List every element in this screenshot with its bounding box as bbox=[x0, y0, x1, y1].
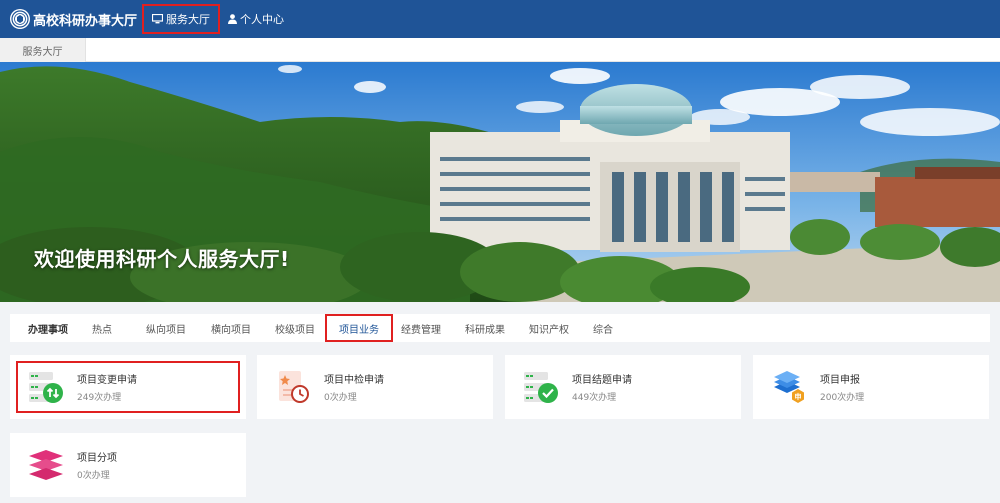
nav-personal-center-label: 个人中心 bbox=[240, 13, 284, 26]
tab-general[interactable]: 综合 bbox=[593, 314, 633, 342]
service-count: 0次办理 bbox=[77, 471, 110, 481]
tab-funding-management[interactable]: 经费管理 bbox=[401, 314, 465, 342]
tab-vertical-projects[interactable]: 纵向项目 bbox=[146, 314, 211, 342]
banner-headline: 欢迎使用科研个人服务大厅! bbox=[34, 247, 290, 271]
project-split-icon bbox=[28, 447, 64, 483]
nav-service-hall-label: 服务大厅 bbox=[166, 13, 210, 26]
project-closing-icon bbox=[523, 369, 559, 405]
breadcrumb-tab[interactable]: 服务大厅 bbox=[0, 38, 86, 62]
brand[interactable]: 高校科研办事大厅 bbox=[10, 9, 138, 29]
service-card-project-change[interactable]: 项目变更申请 249次办理 bbox=[10, 355, 246, 419]
nav-service-hall[interactable]: 服务大厅 bbox=[142, 4, 220, 34]
top-bar: 高校科研办事大厅 服务大厅 个人中心 bbox=[0, 0, 1000, 38]
service-name: 项目变更申请 bbox=[77, 375, 137, 386]
category-tabs: 办理事项 热点 纵向项目 横向项目 校级项目 项目业务 经费管理 科研成果 知识… bbox=[10, 314, 990, 342]
service-name: 项目申报 bbox=[820, 375, 860, 386]
monitor-icon bbox=[152, 14, 163, 24]
tab-hot[interactable]: 热点 bbox=[92, 314, 146, 342]
service-card-project-apply[interactable]: 申 项目申报 200次办理 bbox=[753, 355, 989, 419]
tab-research-results[interactable]: 科研成果 bbox=[465, 314, 529, 342]
breadcrumb-bar: 服务大厅 bbox=[0, 38, 1000, 62]
service-card-midterm-check[interactable]: 项目中检申请 0次办理 bbox=[257, 355, 493, 419]
service-card-project-split[interactable]: 项目分项 0次办理 bbox=[10, 433, 246, 497]
service-name: 项目结题申请 bbox=[572, 375, 632, 386]
app-title: 高校科研办事大厅 bbox=[33, 13, 138, 29]
tab-intellectual-property[interactable]: 知识产权 bbox=[529, 314, 593, 342]
svg-text:申: 申 bbox=[795, 392, 802, 401]
tab-school-projects[interactable]: 校级项目 bbox=[275, 314, 325, 342]
service-count: 0次办理 bbox=[324, 393, 357, 403]
tab-project-business[interactable]: 项目业务 bbox=[325, 314, 393, 342]
tab-horizontal-projects[interactable]: 横向项目 bbox=[211, 314, 275, 342]
service-count: 249次办理 bbox=[77, 393, 122, 403]
hero-banner: 欢迎使用科研个人服务大厅! bbox=[0, 62, 1000, 302]
service-card-project-closing[interactable]: 项目结题申请 449次办理 bbox=[505, 355, 741, 419]
project-apply-icon: 申 bbox=[771, 369, 807, 405]
user-icon bbox=[228, 14, 237, 24]
service-name: 项目分项 bbox=[77, 453, 117, 464]
service-count: 200次办理 bbox=[820, 393, 865, 403]
service-count: 449次办理 bbox=[572, 393, 617, 403]
university-logo-icon bbox=[10, 9, 30, 29]
nav-personal-center[interactable]: 个人中心 bbox=[220, 0, 292, 38]
service-name: 项目中检申请 bbox=[324, 375, 384, 386]
midterm-check-icon bbox=[275, 369, 311, 405]
project-change-icon bbox=[28, 369, 64, 405]
tabs-heading: 办理事项 bbox=[28, 324, 68, 336]
